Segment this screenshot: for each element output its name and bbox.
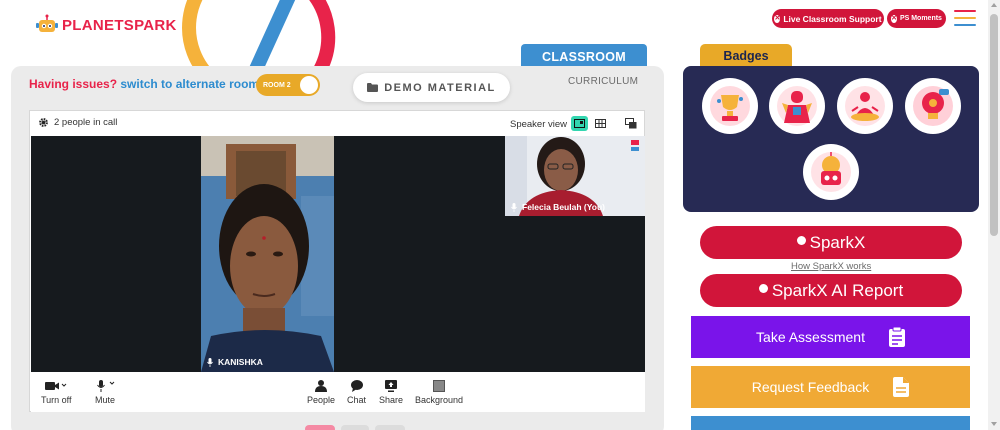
- take-assessment-label: Take Assessment: [756, 329, 865, 345]
- scroll-down-arrow-icon[interactable]: [991, 422, 997, 426]
- share-button[interactable]: Share: [379, 380, 403, 405]
- student-video-tile: KANISHKA: [201, 136, 334, 372]
- take-assessment-button[interactable]: Take Assessment: [691, 316, 970, 358]
- sparkx-label: SparkX: [809, 232, 866, 252]
- video-call-frame: 2 people in call Speaker view KANISHKA F…: [29, 110, 645, 412]
- page-indicator[interactable]: [375, 425, 405, 430]
- live-classroom-support-button[interactable]: ✕ Live Classroom Support: [772, 9, 884, 28]
- tab-curriculum[interactable]: CURRICULUM: [568, 76, 638, 87]
- chat-button[interactable]: Chat: [347, 380, 366, 405]
- additional-action-button[interactable]: [691, 416, 970, 430]
- page-indicator-active[interactable]: [305, 425, 335, 430]
- sparkx-report-icon: [758, 284, 768, 293]
- person-icon: [315, 380, 328, 392]
- turn-off-label: Turn off: [41, 395, 72, 405]
- people-count: 2 people in call: [54, 117, 118, 128]
- moments-icon: ✕: [891, 14, 897, 23]
- sparkx-ai-report-button[interactable]: SparkX AI Report: [700, 274, 962, 307]
- folder-icon: [367, 83, 379, 92]
- switch-room-link[interactable]: switch to alternate room: [120, 77, 259, 91]
- badges-panel: [683, 66, 979, 212]
- request-feedback-label: Request Feedback: [751, 379, 870, 395]
- chat-label: Chat: [347, 395, 367, 405]
- page-indicator[interactable]: [341, 425, 369, 430]
- video-camera-icon: [45, 382, 67, 390]
- request-feedback-button[interactable]: Request Feedback: [691, 366, 970, 408]
- logo-text: PLANETSPARK: [62, 16, 177, 34]
- live-support-label: Live Classroom Support: [783, 13, 882, 24]
- scroll-up-arrow-icon[interactable]: [991, 3, 997, 7]
- superhero-badge-icon[interactable]: [769, 78, 825, 134]
- video-stage: KANISHKA Felecia Beulah (You): [31, 136, 645, 372]
- student-name: KANISHKA: [218, 357, 263, 367]
- grid-icon: [595, 119, 606, 128]
- robot-logo-icon: [36, 14, 58, 32]
- camera-toggle-button[interactable]: Turn off: [41, 380, 72, 405]
- background-pattern-icon: [433, 380, 446, 392]
- microphone-icon: [97, 380, 115, 392]
- pip-button[interactable]: [622, 116, 639, 131]
- screen-share-icon: [385, 380, 398, 392]
- speaker-view-label: Speaker view: [510, 119, 568, 130]
- chat-bubble-icon: [350, 380, 363, 392]
- how-sparkx-works-link[interactable]: How SparkX works: [791, 261, 871, 272]
- teacher-name: Felecia Beulah (You): [522, 202, 605, 212]
- mute-label: Mute: [94, 395, 115, 405]
- toggle-knob: [300, 76, 318, 94]
- student-video-feed: [201, 136, 334, 372]
- room-toggle[interactable]: ROOM 2: [256, 74, 320, 96]
- trophy-badge-icon[interactable]: [702, 78, 758, 134]
- call-participants-info: 2 people in call: [38, 117, 117, 128]
- badges-title: Badges: [700, 44, 792, 74]
- sparkx-button[interactable]: SparkX: [700, 226, 962, 259]
- menu-icon[interactable]: [954, 10, 976, 26]
- ps-moments-button[interactable]: ✕ PS Moments: [887, 9, 946, 28]
- scroll-thumb[interactable]: [990, 14, 998, 236]
- picture-in-picture-icon: [624, 118, 636, 129]
- student-name-tag: KANISHKA: [207, 357, 263, 367]
- call-controls-bar: Turn off Mute People Chat Share Backgrou…: [31, 372, 645, 412]
- support-icon: ✕: [774, 14, 781, 23]
- gallery-view-button[interactable]: [592, 116, 609, 131]
- settings-gear-icon[interactable]: [38, 117, 49, 128]
- robot-badge-icon[interactable]: [803, 144, 859, 200]
- clipboard-icon: [888, 327, 905, 347]
- planetspark-logo[interactable]: PLANETSPARK: [36, 14, 177, 36]
- page-scrollbar[interactable]: [988, 0, 1000, 430]
- idea-badge-icon[interactable]: [905, 78, 961, 134]
- teacher-video-tile: Felecia Beulah (You): [505, 136, 645, 216]
- meditation-badge-icon[interactable]: [837, 78, 893, 134]
- sparkx-icon: [796, 236, 806, 245]
- share-label: Share: [379, 395, 404, 405]
- document-icon: [893, 377, 910, 397]
- alternate-room-prompt: Having issues? switch to alternate room: [29, 77, 259, 91]
- demo-material-label: DEMO MATERIAL: [384, 81, 496, 94]
- people-label: People: [307, 395, 336, 405]
- mic-icon: [511, 202, 517, 212]
- issues-text: Having issues?: [29, 77, 118, 91]
- speaker-view-button[interactable]: [571, 116, 588, 131]
- mic-icon: [207, 357, 213, 367]
- room-toggle-label: ROOM 2: [263, 81, 291, 89]
- mute-button[interactable]: Mute: [94, 380, 116, 405]
- demo-material-button[interactable]: DEMO MATERIAL: [353, 73, 510, 102]
- sparkx-report-label: SparkX AI Report: [771, 280, 904, 300]
- speaker-layout-icon: [574, 119, 585, 128]
- ps-moments-label: PS Moments: [899, 15, 942, 22]
- classroom-page: PLANETSPARK ✕ Live Classroom Support ✕ P…: [0, 0, 1000, 430]
- background-button[interactable]: Background: [415, 380, 463, 405]
- people-button[interactable]: People: [307, 380, 335, 405]
- teacher-name-tag: Felecia Beulah (You): [511, 202, 605, 212]
- background-label: Background: [415, 395, 464, 405]
